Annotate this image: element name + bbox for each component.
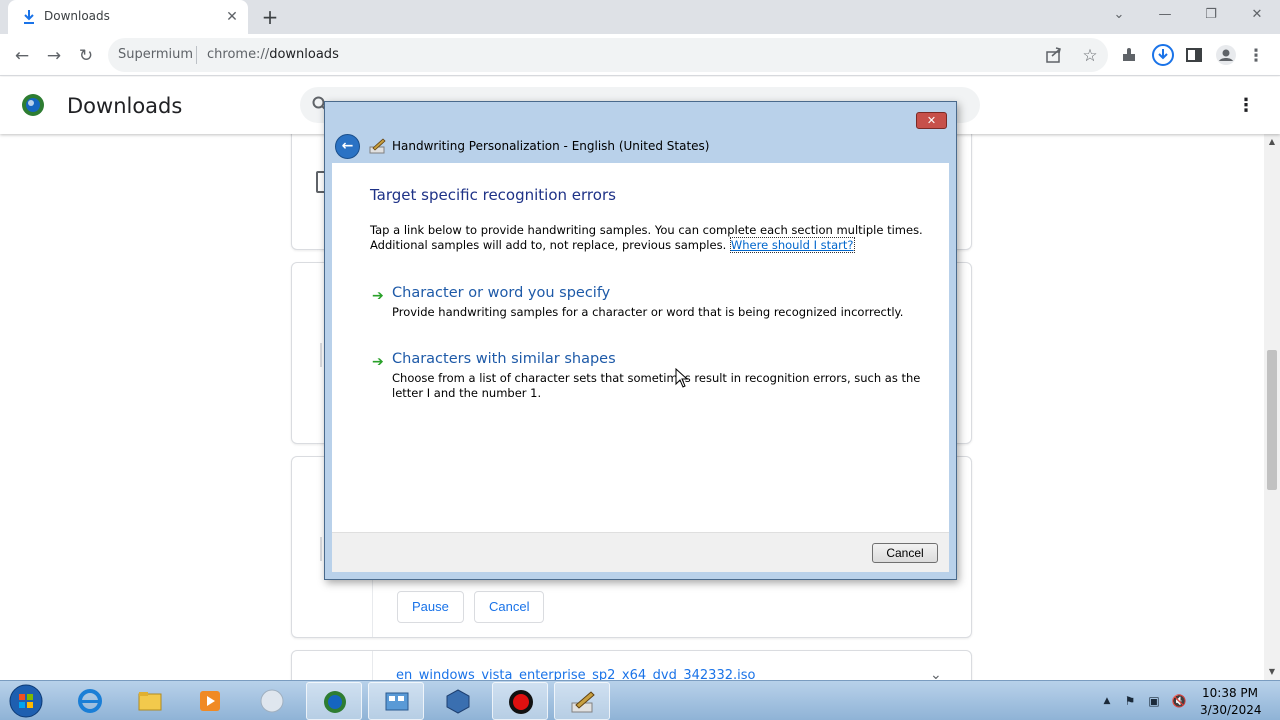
side-panel-icon[interactable] — [1185, 46, 1203, 64]
kebab-menu-icon[interactable]: ⋮ — [1236, 95, 1256, 117]
handwriting-icon[interactable] — [554, 682, 610, 720]
internet-explorer-glyph — [78, 689, 102, 713]
taskbar: ▲ ⚑ ▣ 🔇 10:38 PM 3/30/2024 — [0, 680, 1280, 720]
scroll-down-icon[interactable]: ▼ — [1264, 666, 1280, 678]
supermium-logo-icon — [22, 94, 44, 116]
back-arrow-icon[interactable]: ← — [8, 42, 36, 70]
record-glyph — [509, 690, 533, 714]
windows-start-icon[interactable] — [6, 682, 46, 720]
clock-time[interactable]: 10:38 PM — [1200, 686, 1260, 700]
scrollbar-thumb[interactable] — [1267, 350, 1277, 490]
folder-glyph — [138, 692, 162, 711]
minimize-icon[interactable]: — — [1150, 2, 1180, 28]
address-bar[interactable]: Supermium chrome://downloads — [108, 38, 1108, 72]
virtualbox-glyph — [446, 689, 470, 714]
kebab-menu-icon[interactable]: ⋮ — [1242, 42, 1270, 70]
handwriting-pen-icon — [369, 138, 386, 154]
page-title: Downloads — [67, 94, 183, 118]
close-icon[interactable]: ✕ — [1242, 2, 1272, 28]
dialog-title: Handwriting Personalization - English (U… — [392, 139, 710, 153]
dialog-intro: Tap a link below to provide handwriting … — [370, 223, 930, 253]
reload-icon[interactable]: ↻ — [72, 42, 100, 70]
control-panel-icon[interactable] — [368, 682, 424, 720]
media-player-glyph — [200, 691, 220, 711]
record-icon[interactable] — [492, 682, 548, 720]
share-icon[interactable] — [1044, 45, 1064, 65]
plus-icon[interactable]: + — [259, 6, 281, 28]
network-icon[interactable]: ▣ — [1146, 693, 1162, 709]
page-scrollbar[interactable]: ▲ ▼ — [1264, 134, 1280, 680]
download-card: en_windows_vista_enterprise_sp2_x64_dvd_… — [291, 650, 972, 680]
tab-strip: Downloads ✕ + ⌄ — ❐ ✕ — [0, 0, 1280, 34]
tab-title: Downloads — [44, 9, 110, 23]
download-icon — [24, 10, 34, 24]
dialog-content: Target specific recognition errors Tap a… — [332, 163, 949, 532]
url-host: downloads — [269, 47, 339, 62]
file-explorer-icon[interactable] — [122, 682, 178, 720]
back-arrow-icon[interactable]: ← — [335, 134, 360, 159]
bookmark-star-icon[interactable]: ☆ — [1076, 42, 1104, 70]
url-scheme: chrome:// — [207, 47, 270, 62]
dialog-heading: Target specific recognition errors — [370, 186, 616, 204]
tab-downloads[interactable]: Downloads ✕ — [8, 0, 248, 34]
volume-muted-icon[interactable]: 🔇 — [1171, 693, 1187, 709]
green-arrow-icon: ➔ — [372, 354, 384, 370]
control-panel-glyph — [385, 692, 409, 711]
close-icon[interactable]: ✕ — [222, 7, 242, 27]
orb-glyph — [260, 689, 284, 713]
green-arrow-icon: ➔ — [372, 288, 384, 304]
restore-icon[interactable]: ❐ — [1196, 2, 1226, 28]
omnibox-divider — [196, 46, 197, 64]
orb-icon[interactable] — [244, 682, 300, 720]
virtualbox-icon[interactable] — [430, 682, 486, 720]
task-description: Choose from a list of character sets tha… — [392, 371, 921, 400]
cancel-download-button[interactable]: Cancel — [474, 591, 545, 623]
url-text: chrome://downloads — [207, 47, 339, 62]
extensions-icon[interactable] — [1120, 46, 1138, 64]
task-link-character-or-word[interactable]: Character or word you specify — [392, 285, 610, 301]
mouse-cursor-icon — [675, 368, 689, 388]
supermium-glyph — [324, 691, 346, 713]
dialog-footer: Cancel — [332, 532, 949, 572]
browser-toolbar: ← → ↻ Supermium chrome://downloads ☆ ⋮ — [0, 34, 1280, 76]
handwriting-dialog: ✕ ← Handwriting Personalization - Englis… — [324, 101, 957, 580]
show-hidden-icons-icon[interactable]: ▲ — [1099, 693, 1115, 709]
media-player-icon[interactable] — [182, 682, 238, 720]
close-icon[interactable]: ✕ — [916, 112, 947, 129]
help-link[interactable]: Where should I start? — [729, 237, 855, 253]
download-file-link[interactable]: en_windows_vista_enterprise_sp2_x64_dvd_… — [396, 668, 755, 680]
scroll-up-icon[interactable]: ▲ — [1264, 136, 1280, 148]
profile-icon[interactable] — [1215, 44, 1237, 66]
task-description: Provide handwriting samples for a charac… — [392, 305, 904, 319]
task-link-similar-shapes[interactable]: Characters with similar shapes — [392, 351, 616, 367]
forward-arrow-icon[interactable]: → — [40, 42, 68, 70]
pause-button[interactable]: Pause — [397, 591, 464, 623]
supermium-icon[interactable] — [306, 682, 362, 720]
card-divider — [372, 651, 373, 680]
downloads-indicator-icon[interactable] — [1151, 43, 1175, 67]
action-center-flag-icon[interactable]: ⚑ — [1122, 693, 1138, 709]
cancel-button[interactable]: Cancel — [872, 543, 938, 563]
site-name: Supermium — [118, 47, 194, 62]
internet-explorer-icon[interactable] — [62, 682, 118, 720]
clock-date[interactable]: 3/30/2024 — [1200, 703, 1262, 717]
chevron-down-icon[interactable]: ⌄ — [1104, 2, 1134, 28]
chevron-down-icon[interactable]: ⌄ — [930, 667, 942, 680]
handwriting-glyph — [571, 691, 595, 713]
